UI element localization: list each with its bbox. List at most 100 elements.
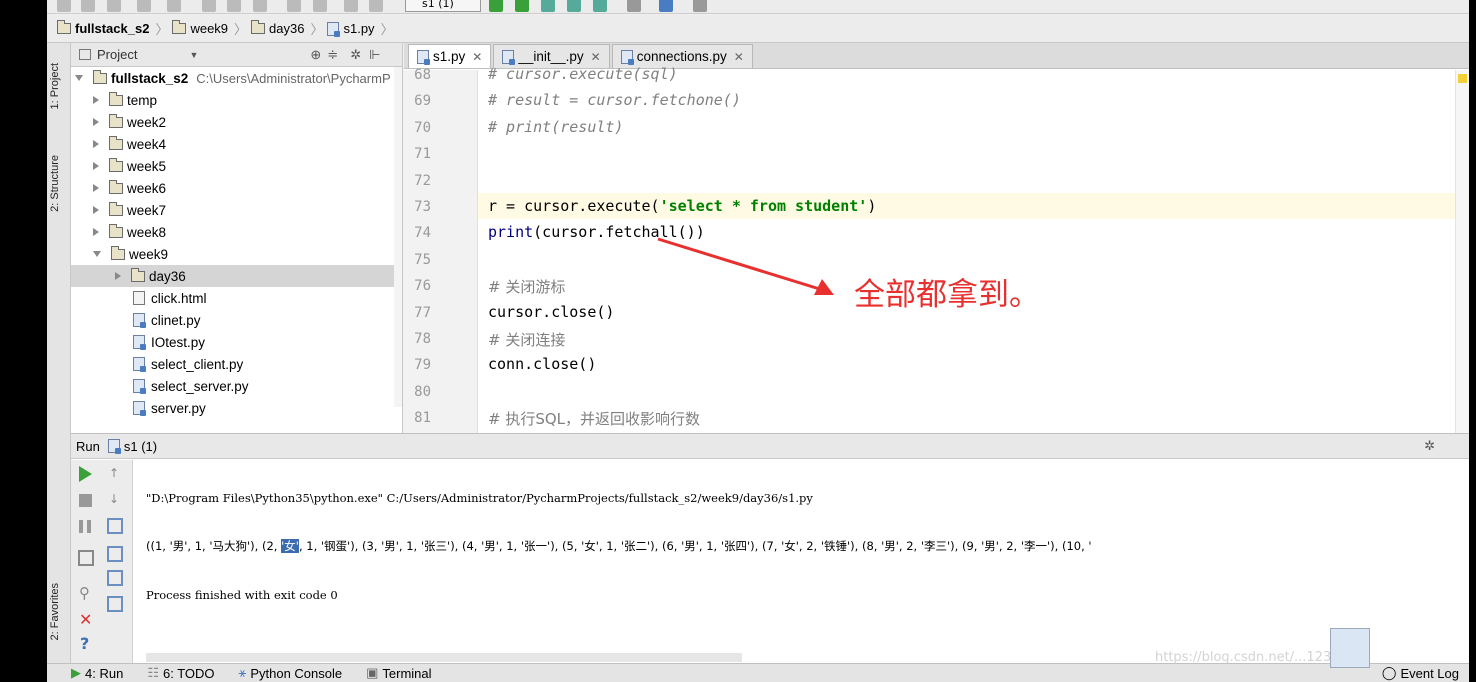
chevron-down-icon[interactable]: ▼ — [189, 50, 198, 60]
soft-wrap-icon[interactable] — [107, 518, 123, 534]
expand-icon[interactable] — [115, 272, 121, 280]
tree-item-week9[interactable]: week9 — [71, 243, 402, 265]
vcs-icon[interactable] — [693, 0, 707, 12]
tab-python-console[interactable]: ⚹ Python Console — [239, 665, 343, 681]
replace-icon[interactable] — [313, 0, 327, 12]
tree-item-week4[interactable]: week4 — [71, 133, 402, 155]
rerun-icon[interactable] — [79, 466, 92, 482]
layout-icon[interactable] — [78, 550, 94, 566]
close-icon[interactable]: ✕ — [472, 50, 482, 64]
run-config-select[interactable]: s1 (1) — [405, 0, 481, 12]
expand-icon[interactable] — [75, 75, 83, 81]
tree-item-server-py[interactable]: server.py — [71, 397, 402, 419]
run-icon[interactable] — [489, 0, 503, 12]
tree-item-iotest-py[interactable]: IOtest.py — [71, 331, 402, 353]
project-panel-title[interactable]: Project — [97, 47, 137, 62]
cut-icon[interactable] — [202, 0, 216, 12]
tree-item-temp[interactable]: temp — [71, 89, 402, 111]
collapse-icon[interactable]: ≑ — [327, 47, 338, 63]
html-file-icon — [133, 291, 145, 305]
arrow-down-icon[interactable]: ↓ — [109, 492, 125, 508]
clear-icon[interactable] — [107, 596, 123, 612]
profile-icon[interactable] — [567, 0, 581, 12]
concurrency-icon[interactable] — [593, 0, 607, 12]
paste-icon[interactable] — [253, 0, 267, 12]
expand-icon[interactable] — [93, 184, 99, 192]
tree-item-week6[interactable]: week6 — [71, 177, 402, 199]
close-icon[interactable]: ✕ — [79, 610, 95, 629]
scroll-end-icon[interactable] — [107, 546, 123, 562]
console-output[interactable]: "D:\Program Files\Python35\python.exe" C… — [146, 460, 1092, 633]
tree-item-select-server-py[interactable]: select_server.py — [71, 375, 402, 397]
editor-scrollbar[interactable] — [1455, 70, 1469, 433]
tree-scrollbar[interactable] — [394, 67, 402, 407]
print-icon[interactable] — [107, 570, 123, 586]
tab-favorites[interactable]: 2: Favorites — [49, 583, 61, 640]
folder-icon — [109, 91, 123, 106]
expand-icon[interactable] — [93, 228, 99, 236]
tree-item-day36[interactable]: day36 — [71, 265, 402, 287]
copy-icon[interactable] — [227, 0, 241, 12]
pause-icon[interactable] — [79, 520, 91, 533]
left-tool-strip: 1: Project 2: Structure 2: Favorites — [47, 43, 71, 663]
breadcrumb-file[interactable]: s1.py — [327, 21, 375, 37]
event-log-button[interactable]: ◯ Event Log — [1382, 665, 1459, 681]
code-text: # cursor.execute(sql) — [488, 65, 678, 83]
expand-icon[interactable] — [93, 162, 99, 170]
tree-item-week5[interactable]: week5 — [71, 155, 402, 177]
hide-icon[interactable]: ⊩ — [369, 47, 380, 63]
nav-back-icon[interactable] — [344, 0, 358, 12]
gear-icon[interactable]: ✲ — [350, 47, 361, 63]
line-number: 78 — [414, 331, 431, 347]
tree-root[interactable]: fullstack_s2 C:\Users\Administrator\Pych… — [71, 67, 402, 89]
code-text: # print(result) — [488, 117, 624, 136]
tree-item-week8[interactable]: week8 — [71, 221, 402, 243]
tree-item-week2[interactable]: week2 — [71, 111, 402, 133]
wrench-icon[interactable] — [627, 0, 641, 12]
breadcrumb-label: s1.py — [343, 21, 375, 36]
tab-run[interactable]: ▶ 4: Run — [71, 665, 123, 681]
tree-item-week7[interactable]: week7 — [71, 199, 402, 221]
tree-item-clinet-py[interactable]: clinet.py — [71, 309, 402, 331]
expand-icon[interactable] — [93, 140, 99, 148]
debug-icon[interactable] — [515, 0, 529, 12]
find-icon[interactable] — [287, 0, 301, 12]
expand-icon[interactable] — [93, 96, 99, 104]
save-icon[interactable] — [57, 0, 71, 12]
expand-icon[interactable] — [93, 206, 99, 214]
console-hscrollbar[interactable] — [146, 653, 742, 662]
tree-item-label: server.py — [151, 400, 206, 416]
forward-icon[interactable] — [167, 0, 181, 12]
tree-root-label: fullstack_s2 — [111, 70, 189, 86]
expand-icon[interactable] — [93, 118, 99, 126]
tab-s1-py[interactable]: s1.py ✕ — [408, 44, 492, 68]
tree-item-select-client-py[interactable]: select_client.py — [71, 353, 402, 375]
tab-structure[interactable]: 2: Structure — [49, 155, 61, 212]
ide-window: s1 (1) fullstack_s2 〉 week9 〉 day36 〉 s1.py… — [47, 0, 1469, 682]
undo-icon[interactable] — [107, 0, 121, 12]
locate-icon[interactable]: ⊕ — [310, 47, 321, 63]
close-icon[interactable]: ✕ — [734, 50, 744, 64]
breadcrumb-week9[interactable]: week9 — [172, 20, 228, 36]
gear-icon[interactable]: ✲ — [1424, 438, 1435, 454]
stop-icon[interactable] — [79, 494, 92, 507]
tab-terminal[interactable]: ▣ Terminal — [366, 665, 431, 681]
arrow-up-icon[interactable]: ↑ — [109, 466, 125, 482]
pin-icon[interactable]: ⚲ — [79, 584, 95, 602]
tab-project[interactable]: 1: Project — [49, 63, 61, 109]
close-icon[interactable]: ✕ — [591, 50, 601, 64]
tree-item-label: week4 — [127, 136, 167, 152]
help-icon[interactable] — [659, 0, 673, 12]
help-icon[interactable]: ? — [80, 634, 96, 653]
breadcrumb-day36[interactable]: day36 — [251, 20, 304, 36]
nav-forward-icon[interactable] — [369, 0, 383, 12]
sync-icon[interactable] — [81, 0, 95, 12]
tab-todo[interactable]: ☷ 6: TODO — [147, 665, 214, 681]
python-file-icon — [620, 49, 634, 65]
folder-icon — [109, 223, 123, 238]
back-icon[interactable] — [137, 0, 151, 12]
tree-item-click-html[interactable]: click.html — [71, 287, 402, 309]
breadcrumb-project[interactable]: fullstack_s2 — [57, 20, 149, 36]
expand-icon[interactable] — [93, 251, 101, 257]
coverage-icon[interactable] — [541, 0, 555, 12]
